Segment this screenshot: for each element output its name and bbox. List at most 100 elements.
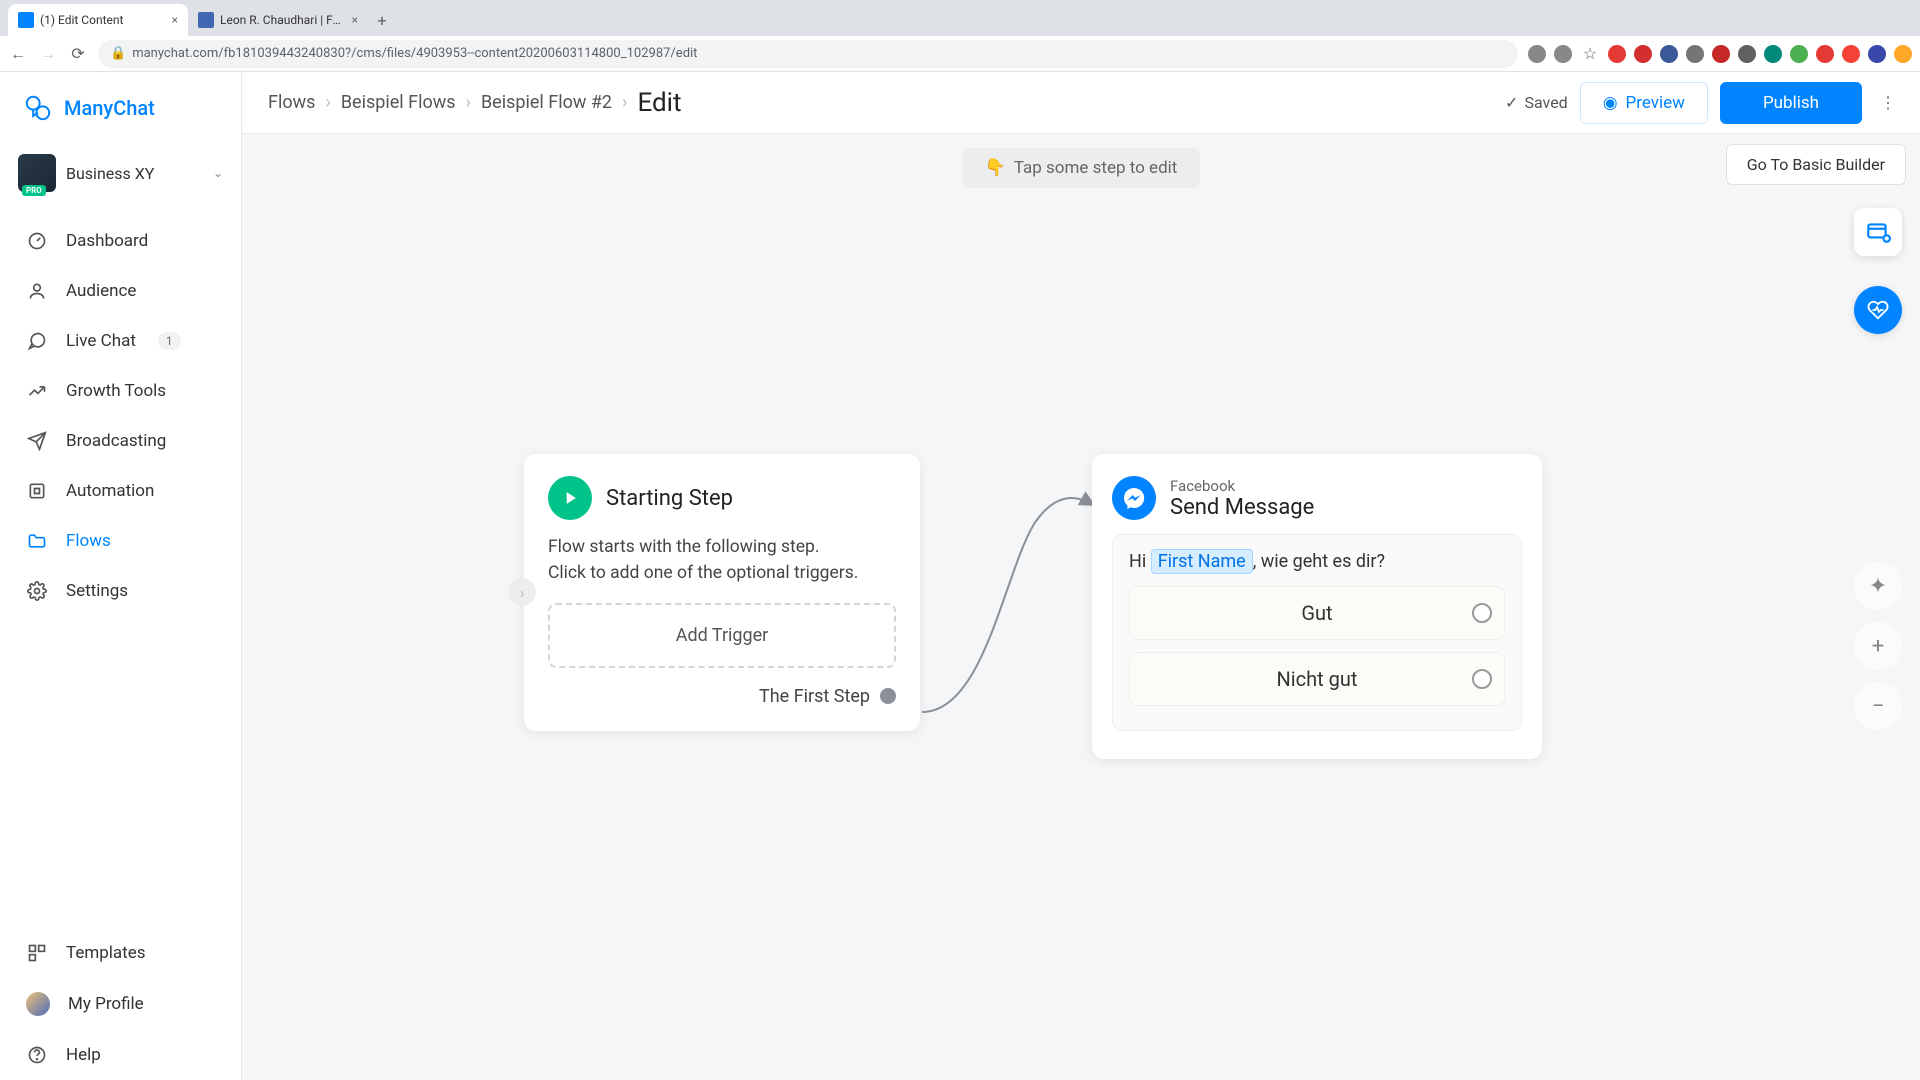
ext-icon[interactable] xyxy=(1738,45,1756,63)
sidebar-item-automation[interactable]: Automation xyxy=(0,466,241,516)
nav-label: Templates xyxy=(66,943,146,963)
livechat-badge: 1 xyxy=(158,332,181,350)
node-title: Starting Step xyxy=(606,486,733,511)
star-icon[interactable]: ☆ xyxy=(1580,44,1600,63)
ext-icon[interactable] xyxy=(1660,45,1678,63)
ext-icon[interactable] xyxy=(1842,45,1860,63)
nav-label: Settings xyxy=(66,581,128,601)
sidebar-item-audience[interactable]: Audience xyxy=(0,266,241,316)
breadcrumb-item[interactable]: Beispiel Flow #2 xyxy=(481,92,612,113)
browser-tab-inactive[interactable]: Leon R. Chaudhari | Facebook × xyxy=(188,4,368,36)
sidebar-item-dashboard[interactable]: Dashboard xyxy=(0,216,241,266)
url-bar: ← → ⟳ 🔒 manychat.com/fb181039443240830?/… xyxy=(0,36,1920,72)
business-avatar xyxy=(18,154,56,192)
sidebar-item-flows[interactable]: Flows xyxy=(0,516,241,566)
chevron-right-icon: › xyxy=(622,92,627,113)
nav-label: Live Chat xyxy=(66,331,136,351)
new-tab-button[interactable]: + xyxy=(368,11,396,36)
nav-label: Growth Tools xyxy=(66,381,166,401)
automation-icon xyxy=(26,480,48,502)
breadcrumb-current: Edit xyxy=(637,88,681,118)
ext-icon[interactable] xyxy=(1554,45,1572,63)
first-step-row[interactable]: The First Step xyxy=(548,686,896,707)
chat-icon xyxy=(26,330,48,352)
close-icon[interactable]: × xyxy=(352,13,358,27)
output-port[interactable] xyxy=(880,688,896,704)
zoom-in-button[interactable]: + xyxy=(1854,622,1902,670)
ext-icon[interactable] xyxy=(1764,45,1782,63)
browser-tab-active[interactable]: (1) Edit Content × xyxy=(8,4,188,36)
auto-arrange-button[interactable]: ✦ xyxy=(1854,562,1902,610)
brand-name: ManyChat xyxy=(64,96,155,120)
business-selector[interactable]: Business XY ⌄ xyxy=(14,148,227,198)
output-port[interactable] xyxy=(1472,669,1492,689)
add-trigger-label: Add Trigger xyxy=(676,625,769,646)
preview-button[interactable]: ◉ Preview xyxy=(1580,82,1708,124)
more-icon[interactable]: ⋮ xyxy=(1874,85,1902,120)
chevron-right-icon: › xyxy=(325,92,330,113)
go-basic-builder-button[interactable]: Go To Basic Builder xyxy=(1726,144,1906,185)
desc-line: Flow starts with the following step. xyxy=(548,537,820,557)
sidebar-item-help[interactable]: Help xyxy=(0,1030,241,1080)
check-icon: ✓ xyxy=(1505,93,1518,112)
address-bar[interactable]: 🔒 manychat.com/fb181039443240830?/cms/fi… xyxy=(98,40,1518,68)
publish-button[interactable]: Publish xyxy=(1720,82,1862,124)
template-icon xyxy=(26,942,48,964)
logo[interactable]: ManyChat xyxy=(0,72,241,142)
collapse-sidebar-handle[interactable]: › xyxy=(508,578,536,606)
tab-title: Leon R. Chaudhari | Facebook xyxy=(220,13,346,27)
ext-icon[interactable] xyxy=(1634,45,1652,63)
desc-line: Click to add one of the optional trigger… xyxy=(548,563,858,583)
sidebar-item-livechat[interactable]: Live Chat 1 xyxy=(0,316,241,366)
ext-icon[interactable] xyxy=(1816,45,1834,63)
ext-icon[interactable] xyxy=(1790,45,1808,63)
ext-icon[interactable] xyxy=(1528,45,1546,63)
sidebar-nav: Dashboard Audience Live Chat 1 Growth To… xyxy=(0,216,241,1080)
output-port[interactable] xyxy=(1472,603,1492,623)
quick-reply-button[interactable]: Nicht gut xyxy=(1129,652,1505,706)
ext-icon[interactable] xyxy=(1868,45,1886,63)
zoom-out-button[interactable]: − xyxy=(1854,682,1902,730)
lock-icon: 🔒 xyxy=(110,46,126,61)
main: Flows › Beispiel Flows › Beispiel Flow #… xyxy=(242,72,1920,1080)
node-subtitle: Facebook xyxy=(1170,477,1314,495)
back-icon[interactable]: ← xyxy=(8,44,28,64)
breadcrumb-item[interactable]: Flows xyxy=(268,92,315,113)
flow-canvas[interactable]: 👇 Tap some step to edit Go To Basic Buil… xyxy=(242,134,1920,1080)
nav-label: Help xyxy=(66,1045,101,1065)
gear-icon xyxy=(26,580,48,602)
quick-reply-button[interactable]: Gut xyxy=(1129,586,1505,640)
favicon-manychat xyxy=(18,12,34,28)
ext-icon[interactable] xyxy=(1686,45,1704,63)
node-header: Facebook Send Message xyxy=(1112,476,1522,520)
feedback-button[interactable] xyxy=(1854,286,1902,334)
business-name: Business XY xyxy=(66,164,203,183)
breadcrumb-item[interactable]: Beispiel Flows xyxy=(341,92,456,113)
growth-icon xyxy=(26,380,48,402)
saved-indicator: ✓ Saved xyxy=(1505,93,1568,112)
reply-label: Nicht gut xyxy=(1277,667,1358,691)
sidebar-item-settings[interactable]: Settings xyxy=(0,566,241,616)
send-message-node[interactable]: Facebook Send Message Hi First Name, wie… xyxy=(1092,454,1542,759)
sidebar-item-templates[interactable]: Templates xyxy=(0,928,241,978)
starting-step-node[interactable]: › Starting Step Flow starts with the fol… xyxy=(524,454,920,731)
tab-title: (1) Edit Content xyxy=(40,13,166,27)
ext-icon[interactable] xyxy=(1894,45,1912,63)
nav-label: Flows xyxy=(66,531,111,551)
variable-chip[interactable]: First Name xyxy=(1151,549,1253,574)
forward-icon[interactable]: → xyxy=(38,44,58,64)
ext-icon[interactable] xyxy=(1712,45,1730,63)
reload-icon[interactable]: ⟳ xyxy=(68,44,88,63)
sidebar-item-growth[interactable]: Growth Tools xyxy=(0,366,241,416)
add-trigger-button[interactable]: Add Trigger xyxy=(548,603,896,668)
sidebar-item-profile[interactable]: My Profile xyxy=(0,978,241,1030)
send-icon xyxy=(26,430,48,452)
close-icon[interactable]: × xyxy=(172,13,178,27)
nav-label: Automation xyxy=(66,481,154,501)
ext-icon[interactable] xyxy=(1608,45,1626,63)
topbar: Flows › Beispiel Flows › Beispiel Flow #… xyxy=(242,72,1920,134)
add-card-button[interactable] xyxy=(1854,208,1902,256)
sidebar-item-broadcasting[interactable]: Broadcasting xyxy=(0,416,241,466)
avatar xyxy=(26,992,50,1016)
message-preview[interactable]: Hi First Name, wie geht es dir? Gut Nich… xyxy=(1112,534,1522,731)
